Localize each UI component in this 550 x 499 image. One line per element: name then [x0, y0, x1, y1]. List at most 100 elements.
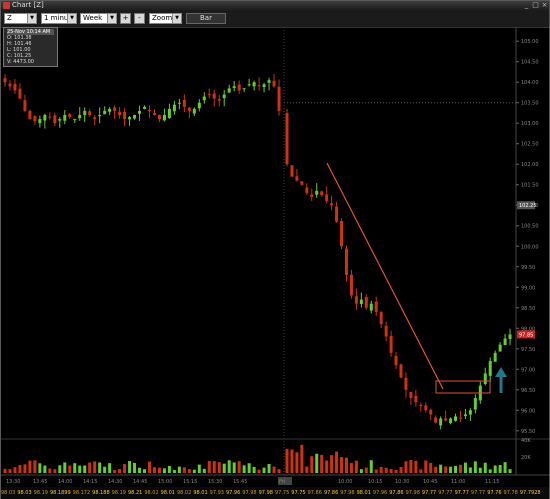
zoom-value: Zoom [152, 14, 173, 22]
footer-value: 97.77 [470, 490, 486, 496]
dropdown-arrow-icon[interactable]: ▼ [172, 14, 181, 23]
volume-bar [18, 465, 22, 473]
volume-bar [503, 462, 507, 473]
candle-body [454, 416, 458, 421]
candle-body [419, 405, 423, 407]
candle-body [118, 111, 122, 116]
candle-body [157, 115, 161, 120]
footer-value: 97.78 [503, 490, 518, 496]
candle-body [48, 116, 52, 118]
zoom-select[interactable]: Zoom ▼ [149, 13, 182, 24]
x-tick-label: 13:30 [6, 479, 20, 485]
candle-body [152, 113, 156, 116]
volume-bar [58, 465, 62, 473]
volume-bar [369, 460, 373, 473]
candlestick-series [3, 73, 512, 430]
volume-bar [182, 467, 186, 473]
candle-body [359, 299, 363, 304]
volume-bar [414, 460, 418, 473]
bar-style-button[interactable]: Bar [186, 13, 226, 24]
candle-body [305, 187, 309, 193]
status-bar: 98.03 98.03 98.19 98.1899 98.172 98.188 98.19 9… [1, 487, 549, 499]
candle-body [217, 99, 221, 101]
maximize-icon[interactable]: □ [532, 2, 539, 9]
volume-bar [394, 469, 398, 473]
chart-grid [1, 27, 549, 475]
x-tick-label: 14:30 [108, 479, 122, 485]
volume-bar [123, 464, 127, 473]
volume-bar [300, 444, 304, 473]
candle-body [237, 84, 241, 91]
close-icon[interactable]: × [541, 2, 548, 9]
candle-body [172, 104, 176, 112]
volume-bar [88, 462, 92, 473]
volume-bar [73, 463, 77, 473]
volume-bar [8, 469, 12, 473]
footer-value: 97.93 [209, 490, 224, 496]
volume-bar [38, 463, 42, 473]
candle-body [354, 296, 358, 304]
candle-body [285, 112, 289, 165]
candle-body [468, 410, 472, 415]
symbol-select[interactable]: Z ▼ [4, 13, 37, 24]
dropdown-arrow-icon[interactable]: ▼ [67, 14, 76, 23]
app-icon [3, 2, 10, 9]
dropdown-arrow-icon[interactable]: ▼ [107, 14, 116, 23]
price-chart[interactable]: 105.00 104.50 104.00 103.50 103.00 102.50 102.… [1, 27, 549, 487]
y-tick-label: 102.00 [521, 162, 539, 168]
candle-body [483, 373, 487, 384]
volume-bar [483, 462, 487, 473]
candle-body [488, 361, 492, 376]
interval-select[interactable]: 1 minute ▼ [41, 13, 77, 24]
volume-bar [103, 466, 107, 473]
volume-bar [330, 455, 334, 473]
candle-body [83, 110, 87, 116]
candle-body [320, 191, 324, 195]
title-bar[interactable]: Chart [Z] _ □ × [1, 1, 549, 10]
y-tick-label: 101.50 [521, 183, 539, 189]
volume-bar [374, 469, 378, 473]
x-tick-label: 14:15 [83, 479, 97, 485]
volume-bar [444, 466, 448, 473]
minimize-icon[interactable]: _ [523, 2, 530, 9]
x-tick-label: 11:00 [451, 479, 465, 485]
candle-body [434, 417, 438, 423]
volume-bar [429, 462, 433, 473]
candle-body [473, 397, 477, 410]
dropdown-arrow-icon[interactable]: ▼ [27, 14, 36, 23]
volume-bar [310, 456, 314, 473]
candle-body [197, 102, 201, 109]
volume-bar [93, 461, 97, 473]
footer-value: 97.98 [258, 490, 273, 496]
candle-body [399, 364, 403, 378]
candle-body [364, 297, 368, 308]
candle-body [147, 109, 151, 111]
candle-body [295, 176, 299, 181]
volume-bar [197, 464, 201, 473]
candle-body [192, 108, 196, 114]
range-select[interactable]: Week ▼ [80, 13, 117, 24]
ohlc-info-box: 25-Nov 10:14 AM O: 101.38 H: 101.46 L: 1… [3, 27, 58, 67]
candle-body [138, 110, 142, 114]
candle-body [424, 405, 428, 411]
zoom-in-button[interactable]: + [120, 13, 131, 24]
volume-bar [458, 464, 462, 473]
candle-body [429, 409, 433, 415]
y-tick-label: 104.00 [521, 80, 539, 86]
volume-bar [167, 465, 171, 473]
candle-body [374, 301, 378, 312]
x-tick-label: 10:30 [395, 479, 409, 485]
volume-bar [23, 464, 27, 473]
candle-body [252, 82, 256, 87]
footer-value: 98.01 [160, 490, 175, 496]
candle-body [63, 115, 67, 121]
y-tick-label: 100.00 [521, 244, 539, 250]
price-tag-label: 102.25 [519, 203, 537, 209]
candle-body [162, 115, 166, 121]
zoom-out-button[interactable]: - [134, 13, 145, 24]
candle-body [227, 88, 231, 93]
volume-bar [43, 465, 47, 473]
candle-body [444, 418, 448, 421]
volume-bar [138, 467, 142, 473]
volume-bar [349, 463, 353, 473]
